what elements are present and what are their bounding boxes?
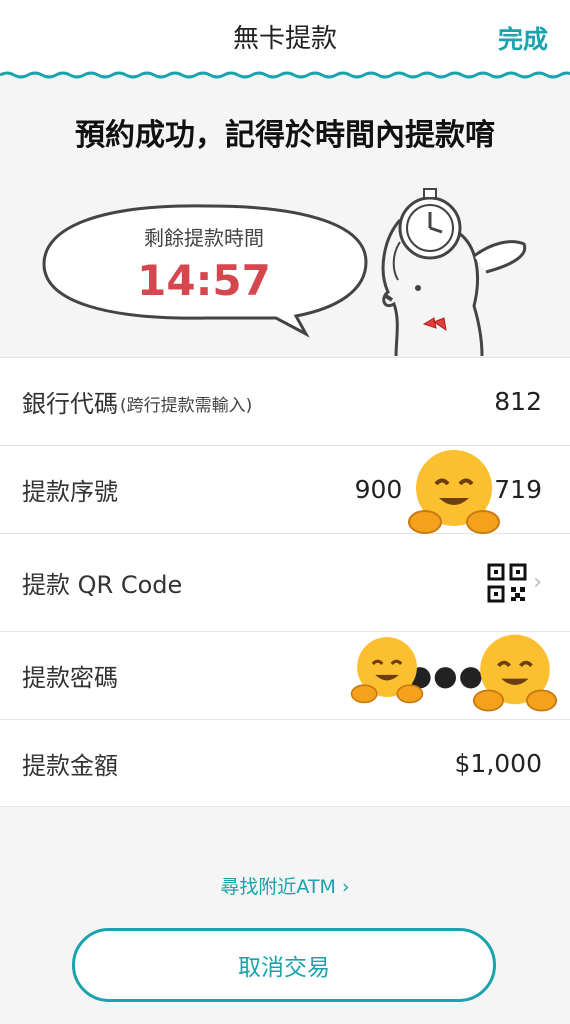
amount-value: $1,000 xyxy=(454,748,542,778)
hugging-face-emoji-icon xyxy=(472,634,558,712)
qr-code-icon xyxy=(487,563,527,602)
withdrawal-details-list: 銀行代碼 (跨行提款需輸入) 812 提款序號 900 719 提款 QR Code xyxy=(0,357,570,807)
header-bar: 無卡提款 完成 xyxy=(0,0,570,74)
amount-label: 提款金額 xyxy=(22,751,118,780)
header-wave-divider xyxy=(0,71,570,79)
countdown-timer: 14:57 xyxy=(137,256,271,305)
password-label: 提款密碼 xyxy=(22,664,118,692)
qr-code-button[interactable]: › xyxy=(487,534,542,631)
bank-code-label: 銀行代碼 xyxy=(22,390,118,418)
bank-code-value: 812 xyxy=(494,387,542,416)
withdrawal-serial-label: 提款序號 xyxy=(22,478,118,506)
dog-mascot-with-clock-icon xyxy=(381,188,527,356)
amount-row: 提款金額 $1,000 xyxy=(0,719,570,807)
hugging-face-emoji-icon xyxy=(408,450,500,534)
success-headline: 預約成功，記得於時間內提款唷 xyxy=(75,118,495,153)
cancel-transaction-button[interactable]: 取消交易 xyxy=(72,928,496,1002)
done-button[interactable]: 完成 xyxy=(498,20,548,56)
hugging-face-emoji-icon xyxy=(350,637,424,704)
timer-label: 剩餘提款時間 xyxy=(144,226,264,250)
qr-code-row[interactable]: 提款 QR Code › xyxy=(0,533,570,631)
bank-code-note: (跨行提款需輸入) xyxy=(120,396,253,416)
qr-code-label: 提款 QR Code xyxy=(22,571,183,599)
find-nearby-atm-link[interactable]: 尋找附近ATM › xyxy=(0,872,570,899)
withdrawal-serial-start: 900 xyxy=(354,475,403,504)
bank-code-row: 銀行代碼 (跨行提款需輸入) 812 xyxy=(0,357,570,445)
chevron-right-icon: › xyxy=(533,570,542,595)
withdrawal-serial-end: 719 xyxy=(494,475,542,504)
page-title: 無卡提款 xyxy=(232,24,337,54)
